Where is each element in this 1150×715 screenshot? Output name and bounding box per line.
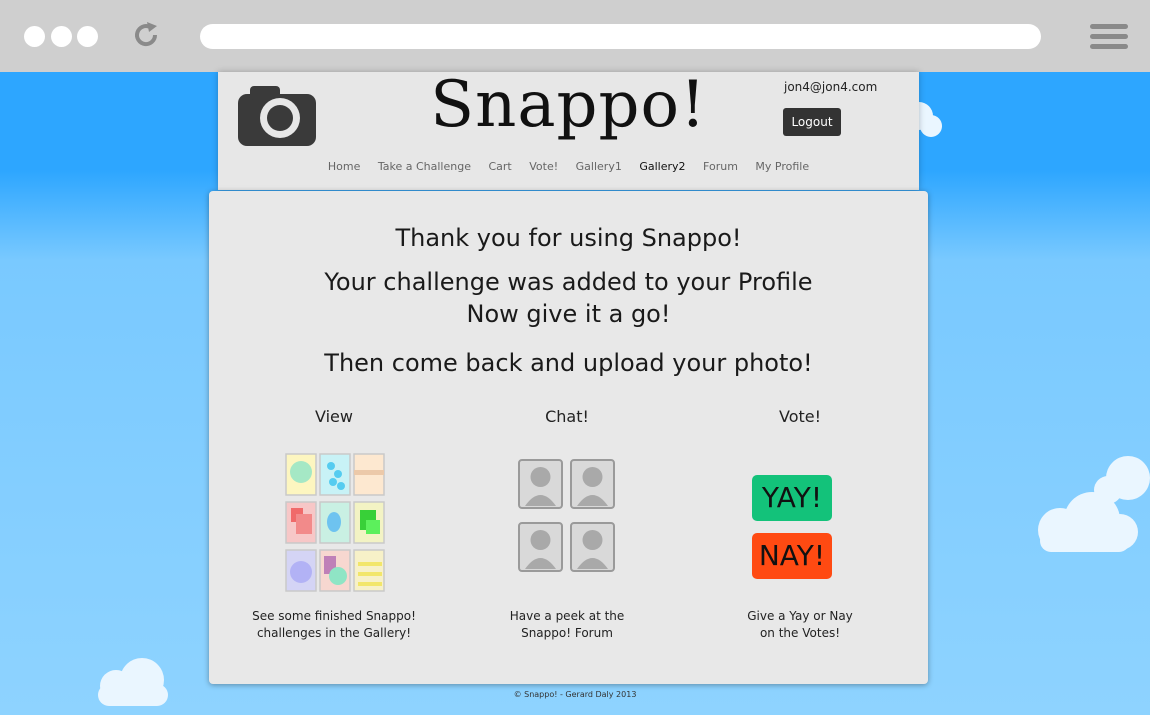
- window-dot-minimize[interactable]: [51, 26, 72, 47]
- main-nav: Home Take a Challenge Cart Vote! Gallery…: [218, 160, 919, 173]
- nav-gallery2[interactable]: Gallery2: [639, 160, 685, 173]
- footer-copyright: © Snappo! - Gerard Daly 2013: [513, 690, 637, 699]
- vote-column: Vote! YAY! NAY! Give a Yay or Nay on the…: [700, 407, 900, 642]
- upload-photo-text: Then come back and upload your photo!: [324, 349, 813, 377]
- yay-button[interactable]: YAY!: [752, 475, 832, 521]
- nav-my-profile[interactable]: My Profile: [755, 160, 809, 173]
- gallery-thumbnails[interactable]: [234, 446, 434, 596]
- forum-avatars[interactable]: [467, 446, 667, 596]
- chat-title: Chat!: [545, 407, 589, 426]
- cloud-icon: [98, 658, 168, 706]
- view-title: View: [315, 407, 353, 426]
- chat-desc-line1: Have a peek at the: [509, 609, 625, 623]
- vote-title: Vote!: [778, 407, 822, 426]
- window-dot-maximize[interactable]: [77, 26, 98, 47]
- view-desc-line1: See some finished Snappo!: [252, 609, 416, 623]
- nav-cart[interactable]: Cart: [488, 160, 511, 173]
- gallery-grid-icon[interactable]: [234, 446, 434, 596]
- nav-home[interactable]: Home: [328, 160, 360, 173]
- user-email: jon4@jon4.com: [784, 80, 878, 94]
- nav-forum[interactable]: Forum: [703, 160, 738, 173]
- view-desc-line2: challenges in the Gallery!: [256, 626, 412, 640]
- reload-icon[interactable]: [131, 20, 161, 50]
- hamburger-menu-icon[interactable]: [1090, 24, 1128, 50]
- logout-button[interactable]: Logout: [783, 108, 841, 136]
- confirmation-panel: Thank you for using Snappo! Your challen…: [209, 191, 928, 684]
- chat-desc-line2: Snappo! Forum: [521, 626, 613, 640]
- view-column: View See some finished Snappo! challenge…: [234, 407, 434, 642]
- give-it-a-go-text: Now give it a go!: [466, 300, 671, 328]
- vote-desc-line2: on the Votes!: [759, 626, 841, 640]
- site-header: Snappo! jon4@jon4.com Logout Home Take a…: [218, 68, 919, 190]
- cloud-icon: [1038, 456, 1150, 552]
- nav-take-a-challenge[interactable]: Take a Challenge: [378, 160, 471, 173]
- forum-users-icon[interactable]: [467, 446, 667, 596]
- chat-column: Chat! Have a peek at the Snappo! Forum: [467, 407, 667, 642]
- browser-toolbar: [0, 0, 1150, 72]
- nay-button[interactable]: NAY!: [752, 533, 832, 579]
- vote-buttons: YAY! NAY!: [700, 446, 900, 596]
- vote-desc-line1: Give a Yay or Nay: [747, 609, 853, 623]
- thank-you-heading: Thank you for using Snappo!: [395, 224, 742, 252]
- challenge-added-text: Your challenge was added to your Profile: [324, 268, 813, 296]
- nav-vote[interactable]: Vote!: [529, 160, 558, 173]
- window-dot-close[interactable]: [24, 26, 45, 47]
- address-bar[interactable]: [200, 24, 1041, 49]
- nav-gallery1[interactable]: Gallery1: [576, 160, 622, 173]
